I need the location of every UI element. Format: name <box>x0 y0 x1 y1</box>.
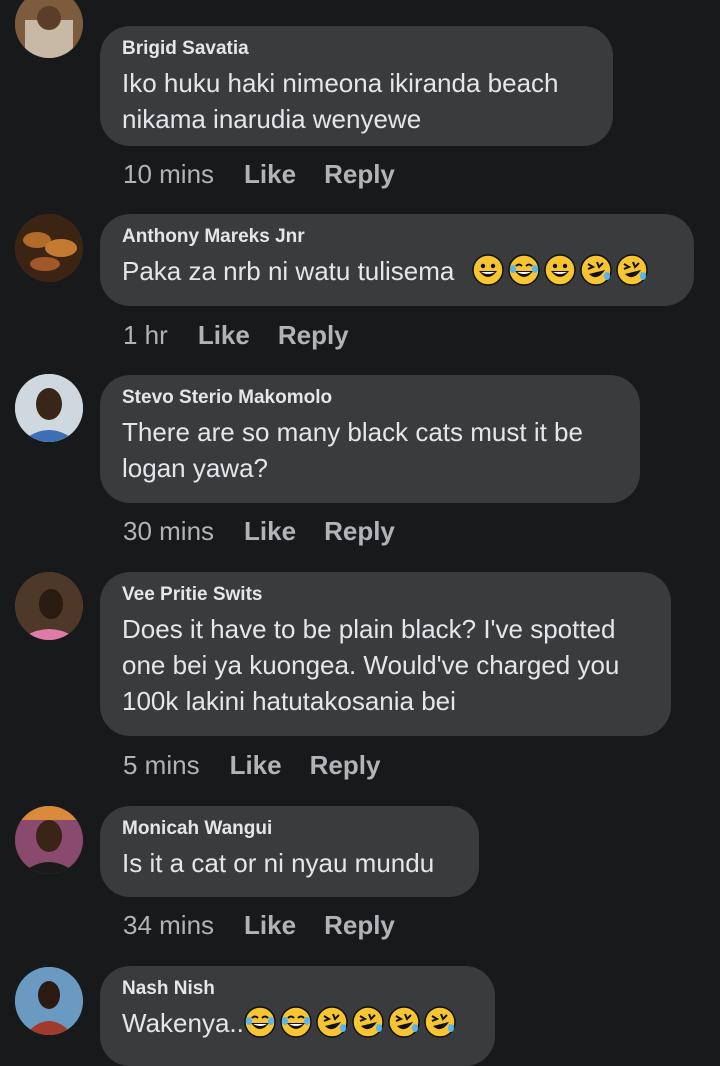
comment-text: Iko huku haki nimeona ikiranda beach nik… <box>122 68 559 134</box>
rolling-on-floor-laughing-icon <box>615 254 648 286</box>
comment-bubble: Stevo Sterio Makomolo There are so many … <box>100 375 640 503</box>
profile-photo-icon <box>15 0 83 58</box>
face-with-tears-of-joy-icon <box>507 254 540 286</box>
profile-photo-icon <box>15 967 83 1035</box>
rolling-on-floor-laughing-icon <box>316 1006 348 1038</box>
comment-text-body: Paka za nrb ni watu tulisema <box>122 256 455 286</box>
rolling-on-floor-laughing-icon <box>388 1006 420 1038</box>
comment-bubble: Nash Nish Wakenya.. <box>100 966 495 1066</box>
comment-actions: 30 mins Like Reply <box>123 516 395 546</box>
avatar[interactable] <box>15 806 83 874</box>
grinning-face-icon <box>471 254 504 286</box>
comment-actions: 1 hr Like Reply <box>123 320 349 350</box>
face-with-tears-of-joy-icon <box>280 1006 312 1038</box>
profile-photo-icon <box>15 374 83 442</box>
comment-time[interactable]: 34 mins <box>123 910 214 940</box>
rolling-on-floor-laughing-icon <box>579 254 612 286</box>
comment-time[interactable]: 10 mins <box>123 159 214 189</box>
comment-actions: 34 mins Like Reply <box>123 910 395 940</box>
comment-time[interactable]: 30 mins <box>123 516 214 546</box>
avatar[interactable] <box>15 374 83 442</box>
rolling-on-floor-laughing-icon <box>352 1006 384 1038</box>
rolling-on-floor-laughing-icon <box>424 1006 456 1038</box>
comment-text: Wakenya.. <box>122 1005 473 1041</box>
avatar[interactable] <box>15 967 83 1035</box>
reply-button[interactable]: Reply <box>324 910 395 940</box>
comment-text: Does it have to be plain black? I've spo… <box>122 614 620 716</box>
profile-photo-icon <box>15 572 83 640</box>
like-button[interactable]: Like <box>244 516 296 546</box>
avatar[interactable] <box>15 214 83 282</box>
like-button[interactable]: Like <box>244 159 296 189</box>
comment-actions: 10 mins Like Reply <box>123 159 395 189</box>
comment-author[interactable]: Vee Pritie Swits <box>122 583 649 607</box>
comment-bubble: Anthony Mareks Jnr Paka za nrb ni watu t… <box>100 214 694 306</box>
profile-photo-icon <box>15 806 83 874</box>
comment-author[interactable]: Stevo Sterio Makomolo <box>122 386 618 410</box>
comment-time[interactable]: 1 hr <box>123 320 168 350</box>
comment-author[interactable]: Anthony Mareks Jnr <box>122 225 672 249</box>
grinning-face-icon <box>543 254 576 286</box>
avatar[interactable] <box>15 0 83 58</box>
reply-button[interactable]: Reply <box>278 320 349 350</box>
comment-time[interactable]: 5 mins <box>123 750 200 780</box>
reply-button[interactable]: Reply <box>324 516 395 546</box>
avatar[interactable] <box>15 572 83 640</box>
like-button[interactable]: Like <box>244 910 296 940</box>
reply-button[interactable]: Reply <box>324 159 395 189</box>
comment-text: There are so many black cats must it be … <box>122 417 583 483</box>
comment-bubble: Monicah Wangui Is it a cat or ni nyau mu… <box>100 806 479 897</box>
comment-author[interactable]: Monicah Wangui <box>122 817 457 841</box>
comment-text: Paka za nrb ni watu tulisema <box>122 253 672 289</box>
comment-actions: 5 mins Like Reply <box>123 750 380 780</box>
profile-photo-icon <box>15 214 83 282</box>
status-area <box>0 0 720 24</box>
like-button[interactable]: Like <box>230 750 282 780</box>
comment-bubble: Vee Pritie Swits Does it have to be plai… <box>100 572 671 736</box>
face-with-tears-of-joy-icon <box>244 1006 276 1038</box>
comment-text: Is it a cat or ni nyau mundu <box>122 848 435 878</box>
comment-author[interactable]: Brigid Savatia <box>122 37 591 61</box>
comment-text-body: Wakenya.. <box>122 1008 244 1038</box>
reply-button[interactable]: Reply <box>310 750 381 780</box>
like-button[interactable]: Like <box>198 320 250 350</box>
comment-bubble: Brigid Savatia Iko huku haki nimeona iki… <box>100 26 613 146</box>
comment-author[interactable]: Nash Nish <box>122 977 473 1001</box>
